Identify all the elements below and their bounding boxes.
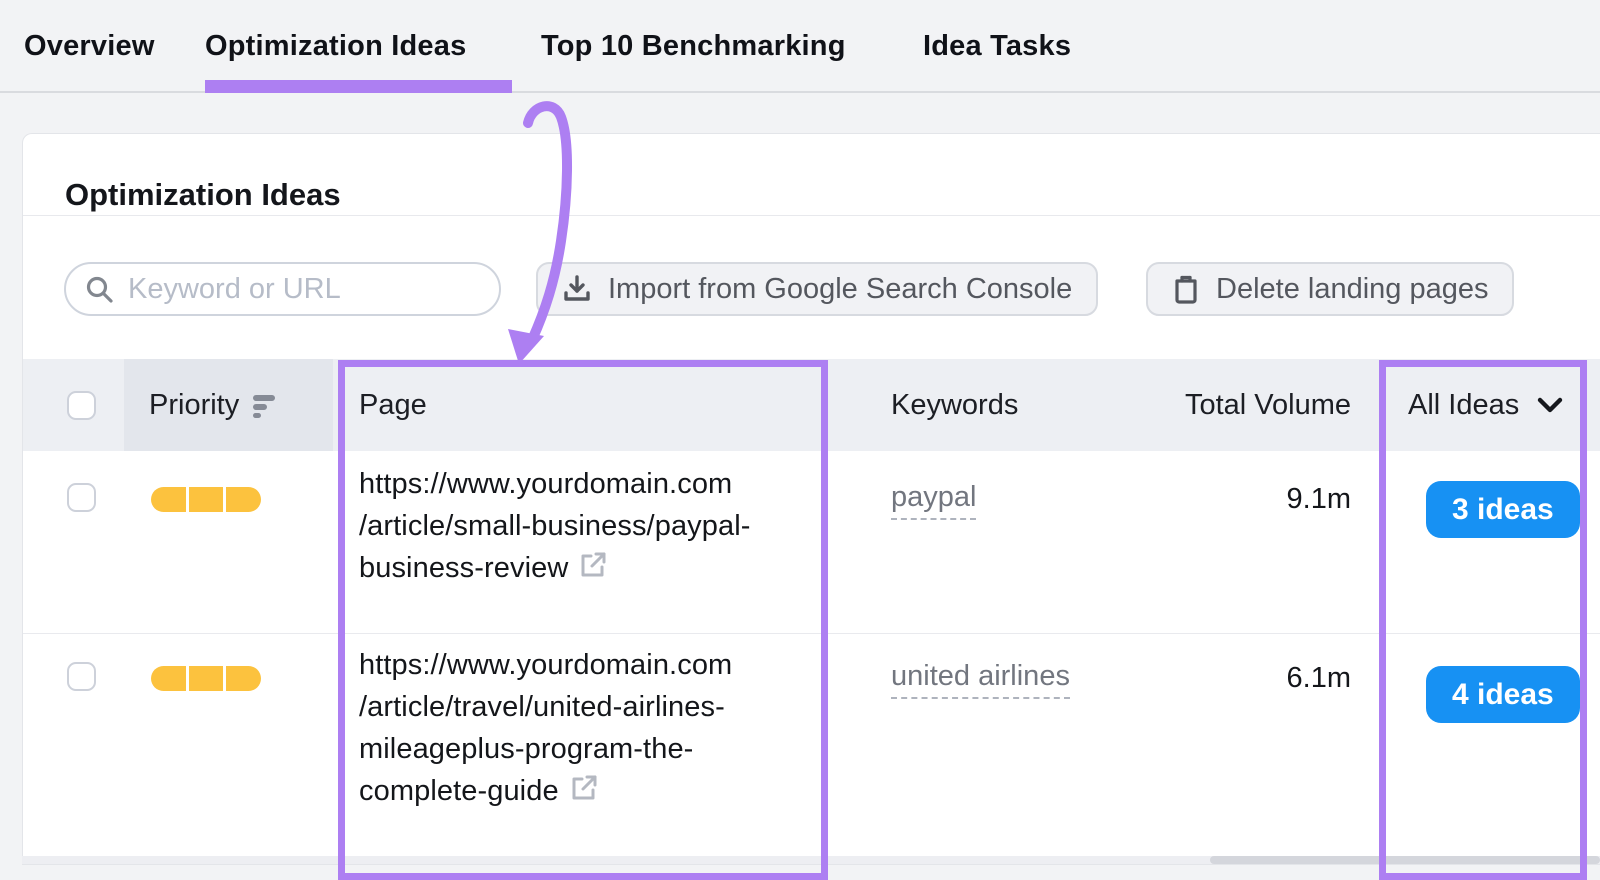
table-row: https://www.yourdomain.com /article/trav… [23, 634, 1600, 858]
search-icon [86, 276, 113, 303]
column-header-keywords: Keywords [891, 388, 1019, 421]
page-url: https://www.yourdomain.com /article/trav… [359, 644, 732, 815]
priority-indicator [151, 666, 262, 691]
optimization-ideas-panel: Optimization Ideas Import from Google Se… [22, 133, 1600, 865]
delete-landing-pages-button[interactable]: Delete landing pages [1146, 262, 1515, 316]
download-icon [564, 275, 590, 301]
trash-icon [1175, 275, 1197, 304]
column-header-priority[interactable]: Priority [149, 359, 277, 451]
total-volume-value: 6.1m [1286, 662, 1351, 694]
search-input[interactable] [64, 262, 501, 316]
total-volume-value: 9.1m [1286, 483, 1351, 515]
table-header-row: Priority Page Keywords Total Volume All … [23, 359, 1600, 451]
panel-title: Optimization Ideas [65, 176, 341, 212]
tab-idea-tasks[interactable]: Idea Tasks [923, 30, 1071, 63]
priority-header-label: Priority [149, 388, 240, 421]
scrollbar-thumb[interactable] [1210, 856, 1600, 864]
divider [23, 215, 1600, 216]
horizontal-scrollbar [22, 856, 1600, 864]
search-field[interactable] [126, 271, 481, 307]
active-tab-underline-annotation [205, 80, 512, 93]
keyword-link[interactable]: united airlines [891, 660, 1070, 699]
import-gsc-label: Import from Google Search Console [608, 272, 1073, 305]
delete-landing-pages-label: Delete landing pages [1216, 272, 1489, 305]
tab-optimization-ideas[interactable]: Optimization Ideas [205, 30, 466, 63]
keyword-link[interactable]: paypal [891, 481, 977, 520]
external-link-icon[interactable] [569, 773, 599, 815]
column-header-page: Page [359, 388, 427, 421]
tab-overview[interactable]: Overview [24, 30, 155, 63]
ideas-count-button[interactable]: 3 ideas [1426, 481, 1580, 538]
page-url: https://www.yourdomain.com /article/smal… [359, 463, 751, 592]
row-checkbox[interactable] [67, 662, 96, 691]
row-checkbox[interactable] [67, 483, 96, 512]
chevron-down-icon [1538, 397, 1563, 412]
ideas-filter-label: All Ideas [1408, 388, 1520, 421]
sort-desc-icon [253, 395, 276, 418]
priority-indicator [151, 487, 262, 512]
external-link-icon[interactable] [578, 550, 608, 592]
table-row: https://www.yourdomain.com /article/smal… [23, 451, 1600, 633]
tab-bar: Overview Optimization Ideas Top 10 Bench… [0, 0, 1600, 93]
tab-top10-benchmarking[interactable]: Top 10 Benchmarking [541, 30, 846, 63]
ideas-count-button[interactable]: 4 ideas [1426, 666, 1580, 723]
column-header-total-volume: Total Volume [1184, 388, 1351, 421]
ideas-filter-dropdown[interactable]: All Ideas [1408, 359, 1563, 451]
import-gsc-button[interactable]: Import from Google Search Console [536, 262, 1099, 316]
select-all-checkbox[interactable] [67, 359, 96, 451]
